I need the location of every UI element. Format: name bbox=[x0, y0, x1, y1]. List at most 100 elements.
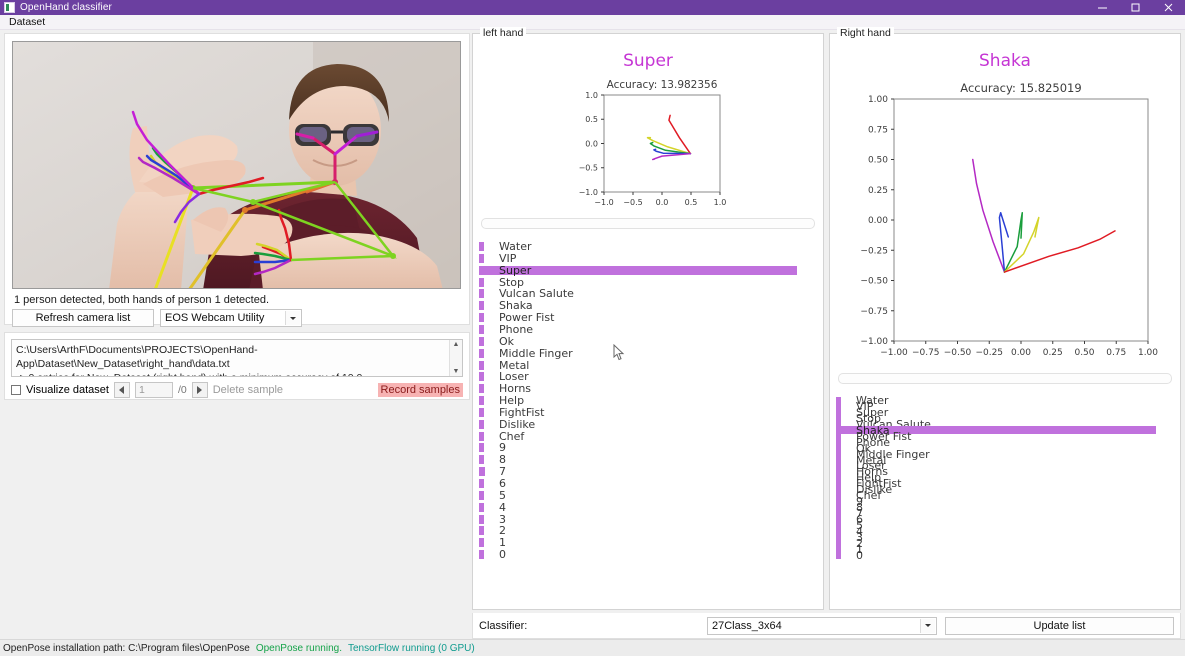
class-bar-row[interactable]: 8 bbox=[479, 454, 484, 465]
visualize-dataset-checkbox[interactable] bbox=[11, 385, 21, 395]
left-column: 1 person detected, both hands of person … bbox=[0, 30, 470, 639]
class-bar-row[interactable]: Horns bbox=[479, 383, 484, 394]
status-bar: OpenPose installation path: C:\Program f… bbox=[0, 639, 1185, 656]
class-bar-row[interactable]: 1 bbox=[479, 537, 484, 548]
svg-text:0.5: 0.5 bbox=[585, 115, 598, 124]
window-title-bar: OpenHand classifier bbox=[0, 0, 1185, 15]
camera-panel: 1 person detected, both hands of person … bbox=[4, 33, 470, 325]
class-bar bbox=[479, 479, 484, 488]
chevron-down-icon[interactable] bbox=[920, 619, 935, 633]
scroll-up-icon[interactable]: ▲ bbox=[453, 340, 460, 349]
class-bar-row[interactable]: Water bbox=[479, 241, 484, 252]
delete-sample-button[interactable]: Delete sample bbox=[213, 384, 283, 396]
class-bar bbox=[479, 538, 484, 547]
svg-text:1.0: 1.0 bbox=[714, 198, 727, 207]
class-bar bbox=[479, 503, 484, 512]
svg-text:−1.00: −1.00 bbox=[860, 337, 888, 347]
class-bar-row[interactable]: Stop bbox=[479, 277, 484, 288]
svg-text:0.25: 0.25 bbox=[1043, 348, 1063, 358]
record-samples-button[interactable]: Record samples bbox=[378, 383, 463, 397]
class-bar bbox=[479, 242, 484, 251]
svg-text:0.75: 0.75 bbox=[1106, 348, 1126, 358]
class-bar-row[interactable]: Vulcan Salute bbox=[479, 288, 484, 299]
class-bar bbox=[479, 384, 484, 393]
class-bar-row[interactable]: Middle Finger bbox=[479, 348, 484, 359]
openpose-status: OpenPose running. bbox=[256, 643, 342, 654]
svg-text:−1.0: −1.0 bbox=[579, 188, 598, 197]
class-bar-row[interactable]: Dislike bbox=[479, 419, 484, 430]
class-bar bbox=[479, 455, 484, 464]
class-bar bbox=[479, 349, 484, 358]
maximize-button[interactable] bbox=[1119, 0, 1152, 15]
scroll-down-icon[interactable]: ▼ bbox=[453, 367, 460, 376]
sample-index-input[interactable]: 1 bbox=[135, 382, 173, 398]
camera-preview bbox=[12, 41, 461, 289]
class-bar bbox=[479, 515, 484, 524]
class-bar bbox=[479, 361, 484, 370]
right-hand-class-bars[interactable]: WaterVIPSuperStopVulcan SaluteShakaPower… bbox=[836, 392, 1174, 603]
camera-frame-image bbox=[13, 42, 461, 289]
right-hand-legend: Right hand bbox=[837, 27, 894, 39]
app-logo-icon bbox=[4, 2, 15, 13]
class-bar-row[interactable]: VIP bbox=[479, 253, 484, 264]
class-bar-row[interactable]: 9 bbox=[479, 442, 484, 453]
classifier-select-value: 27Class_3x64 bbox=[712, 620, 782, 632]
class-bar-row[interactable]: 3 bbox=[479, 514, 484, 525]
class-bar-row[interactable]: Help bbox=[479, 395, 484, 406]
camera-controls-row: Refresh camera list EOS Webcam Utility bbox=[12, 309, 462, 327]
camera-select[interactable]: EOS Webcam Utility bbox=[160, 309, 302, 327]
close-button[interactable] bbox=[1152, 0, 1185, 15]
class-bar-row[interactable]: 7 bbox=[479, 466, 485, 477]
left-hand-divider[interactable] bbox=[481, 218, 815, 229]
svg-text:0.00: 0.00 bbox=[868, 216, 888, 226]
class-bar-row[interactable]: Power Fist bbox=[479, 312, 484, 323]
class-bar-row[interactable]: 0 bbox=[836, 551, 841, 560]
right-hand-predicted-class: Shaka bbox=[836, 51, 1174, 71]
left-hand-plot-wrap: Accuracy: 13.982356−1.0−0.50.00.51.0−1.0… bbox=[479, 77, 817, 212]
class-bar-row[interactable]: 6 bbox=[479, 478, 484, 489]
menu-item-dataset[interactable]: Dataset bbox=[5, 16, 49, 29]
svg-text:−0.50: −0.50 bbox=[944, 348, 972, 358]
refresh-camera-list-button[interactable]: Refresh camera list bbox=[12, 309, 154, 327]
previous-sample-button[interactable] bbox=[114, 382, 130, 398]
openpose-install-path: OpenPose installation path: C:\Program f… bbox=[3, 643, 250, 654]
class-bar-row[interactable]: 0 bbox=[479, 549, 484, 560]
class-bar-row[interactable]: 5 bbox=[479, 490, 484, 501]
class-bar-row[interactable]: Loser bbox=[479, 371, 484, 382]
log-line: C:\Users\ArthF\Documents\PROJECTS\OpenHa… bbox=[16, 343, 458, 371]
class-bar-row[interactable]: Phone bbox=[479, 324, 484, 335]
class-bar-row[interactable]: Metal bbox=[479, 360, 484, 371]
class-bar-row[interactable]: Shaka bbox=[479, 300, 484, 311]
svg-text:−1.00: −1.00 bbox=[880, 348, 908, 358]
class-bar-row[interactable]: 2 bbox=[479, 525, 484, 536]
class-bar bbox=[479, 443, 484, 452]
log-scrollbar[interactable]: ▲ ▼ bbox=[449, 340, 462, 376]
window-title: OpenHand classifier bbox=[20, 2, 1086, 13]
svg-text:−0.5: −0.5 bbox=[623, 198, 642, 207]
main-content: 1 person detected, both hands of person … bbox=[0, 30, 1185, 639]
classifier-select[interactable]: 27Class_3x64 bbox=[707, 617, 937, 635]
class-bar-row[interactable]: Super bbox=[479, 265, 797, 276]
update-list-button[interactable]: Update list bbox=[945, 617, 1174, 635]
class-bar-row[interactable]: Ok bbox=[479, 336, 484, 347]
left-hand-class-bars[interactable]: WaterVIPSuperStopVulcan SaluteShakaPower… bbox=[479, 237, 817, 603]
svg-text:−0.75: −0.75 bbox=[912, 348, 940, 358]
right-column: left hand Super Accuracy: 13.982356−1.0−… bbox=[470, 30, 1185, 639]
dataset-log[interactable]: C:\Users\ArthF\Documents\PROJECTS\OpenHa… bbox=[11, 339, 463, 377]
svg-text:1.0: 1.0 bbox=[585, 91, 598, 100]
right-hand-plot-wrap: Accuracy: 15.825019−1.00−0.75−0.50−0.250… bbox=[836, 77, 1174, 367]
minimize-button[interactable] bbox=[1086, 0, 1119, 15]
left-hand-panel: left hand Super Accuracy: 13.982356−1.0−… bbox=[472, 33, 824, 610]
class-bar bbox=[479, 550, 484, 559]
right-hand-divider[interactable] bbox=[838, 373, 1172, 384]
svg-text:0.25: 0.25 bbox=[868, 186, 888, 196]
tensorflow-status: TensorFlow running (0 GPU) bbox=[348, 643, 475, 654]
hands-container: left hand Super Accuracy: 13.982356−1.0−… bbox=[472, 33, 1181, 610]
chevron-down-icon[interactable] bbox=[285, 311, 300, 325]
class-bar-row[interactable]: Chef bbox=[479, 431, 484, 442]
class-bar-row[interactable]: FightFist bbox=[479, 407, 484, 418]
next-sample-button[interactable] bbox=[192, 382, 208, 398]
detection-status: 1 person detected, both hands of person … bbox=[14, 294, 462, 306]
class-bar-row[interactable]: 4 bbox=[479, 502, 484, 513]
window-controls bbox=[1086, 0, 1185, 15]
